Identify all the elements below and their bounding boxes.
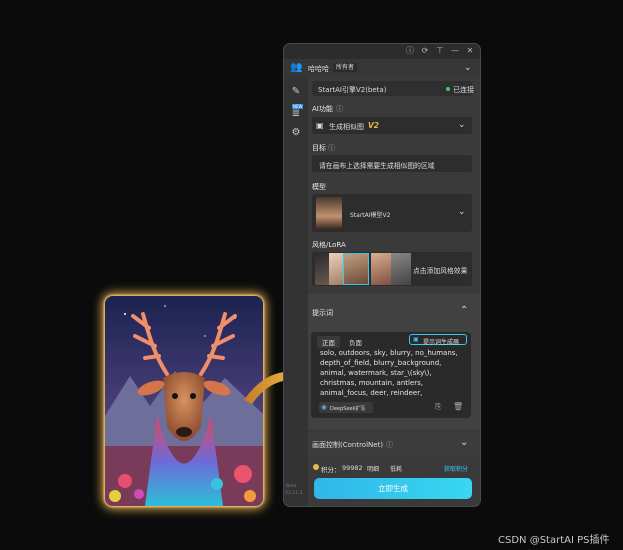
info-icon[interactable]: ⓘ — [404, 45, 416, 57]
deepseek-label: DeepSeek扩写 — [330, 406, 366, 412]
pin-icon[interactable]: ⊤ — [434, 45, 446, 57]
refresh-icon[interactable]: ⟳ — [419, 45, 431, 57]
target-hint: 请在画布上选择需要生成相似图的区域 — [312, 155, 472, 172]
prompt-line: animal_focus, deer, reindeer, — [320, 389, 423, 397]
controlnet-row[interactable]: 画面控制(ControlNet) ⓘ ⌄ — [308, 432, 480, 456]
style-thumb[interactable] — [391, 253, 411, 285]
controlnet-label: 画面控制(ControlNet) — [312, 441, 384, 449]
model-label: 模型 — [312, 183, 326, 191]
ai-function-select[interactable]: ▣ 生成相似图 V2 ⌄ — [312, 117, 472, 134]
coin-icon — [313, 464, 319, 470]
brush-icon[interactable]: ✎ — [290, 86, 302, 98]
minimize-icon[interactable]: — — [449, 45, 461, 57]
tab-positive[interactable]: 正面 — [317, 336, 340, 348]
generator-icon: ▣ — [413, 336, 419, 343]
points-value: 99982 — [342, 464, 363, 472]
deepseek-button[interactable]: ◉ DeepSeek扩写 — [319, 402, 373, 413]
style-thumb[interactable] — [371, 253, 391, 285]
help-icon[interactable]: ⓘ — [386, 440, 393, 450]
trash-icon[interactable]: 🗑 — [453, 402, 463, 411]
title-bar: ⓘ ⟳ ⊤ — ✕ — [284, 44, 480, 59]
beta-label: Beta — [286, 484, 297, 489]
style-label: 风格/LoRA — [312, 241, 346, 249]
version-tag: V2 — [368, 121, 380, 130]
help-icon[interactable]: ⓘ — [328, 143, 335, 153]
generate-button[interactable]: 立即生成 — [314, 478, 472, 499]
target-text: 请在画布上选择需要生成相似图的区域 — [319, 162, 435, 170]
add-style-text[interactable]: 点击添加风格效果 — [413, 265, 467, 275]
role-badge: 所有者 — [333, 63, 358, 72]
engine-name: StartAI引擎V2(beta) — [318, 86, 387, 94]
prompt-line: animal, watermark, star_\(sky\), — [320, 369, 432, 377]
points-label: 积分： — [321, 466, 341, 474]
prompt-generator-button[interactable]: ▣ 提示词生成器 — [409, 334, 467, 346]
sidebar: ✎ NEW ≣ ⚙ Beta V2.11.3 — [284, 77, 308, 506]
close-icon[interactable]: ✕ — [464, 45, 476, 57]
low-cost-tag: 低耗 — [390, 466, 403, 473]
chevron-down-icon[interactable]: ⌄ — [464, 63, 472, 73]
prompt-line: solo, outdoors, sky, blurry, no_humans, — [320, 349, 458, 357]
target-label: 目标 — [312, 144, 326, 152]
details-link[interactable]: 明细 — [367, 464, 379, 473]
model-name: StartAI模型V2 — [350, 212, 391, 219]
watermark: CSDN @StartAI PS插件 — [498, 535, 610, 546]
prompt-line: depth_of_field, blurry_background, — [320, 359, 442, 367]
chevron-down-icon: ⌄ — [458, 207, 466, 217]
get-points-link[interactable]: 获取积分 — [444, 464, 468, 473]
ai-function-label: AI功能 — [312, 105, 333, 113]
model-thumbnail — [316, 197, 342, 229]
engine-selector[interactable]: StartAI引擎V2(beta) 已连接 ⚙ — [312, 81, 474, 96]
prompt-section-label: 提示词 — [312, 309, 333, 317]
gear-icon[interactable]: ⚙ — [290, 127, 302, 139]
users-icon: 👥 — [290, 62, 303, 73]
prompt-generator-label: 提示词生成器 — [423, 339, 460, 346]
model-select[interactable]: StartAI模型V2 ⌄ — [312, 194, 472, 232]
version-label: V2.11.3 — [285, 491, 303, 496]
chevron-down-icon: ⌄ — [458, 120, 466, 130]
prompt-line: christmas, mountain, antlers, — [320, 379, 424, 387]
prompt-box: 正面 负面 ▣ 提示词生成器 solo, outdoors, sky, blur… — [311, 332, 471, 418]
status-dot — [446, 87, 450, 91]
user-row: 👥 哈哈哈 所有者 ⌄ — [284, 59, 480, 77]
copy-icon[interactable]: ⎘ — [435, 402, 441, 412]
prompt-text[interactable]: solo, outdoors, sky, blurry, no_humans, … — [320, 348, 468, 398]
deepseek-icon: ◉ — [321, 403, 327, 411]
layers-icon[interactable]: ≣ — [290, 108, 302, 120]
image-icon: ▣ — [316, 121, 324, 130]
tab-negative[interactable]: 负面 — [349, 337, 362, 347]
style-picker[interactable]: 点击添加风格效果 — [312, 252, 472, 286]
chevron-up-icon[interactable]: ⌃ — [460, 306, 468, 316]
points-row: 积分： 99982 明细 低耗 获取积分 — [308, 462, 480, 474]
user-name: 哈哈哈 — [308, 65, 329, 73]
ai-function-value: 生成相似图 — [329, 123, 364, 131]
chevron-down-icon: ⌄ — [460, 437, 469, 448]
help-icon[interactable]: ⓘ — [336, 104, 343, 114]
engine-status: 已连接 — [453, 86, 474, 94]
style-thumb[interactable] — [343, 253, 369, 285]
